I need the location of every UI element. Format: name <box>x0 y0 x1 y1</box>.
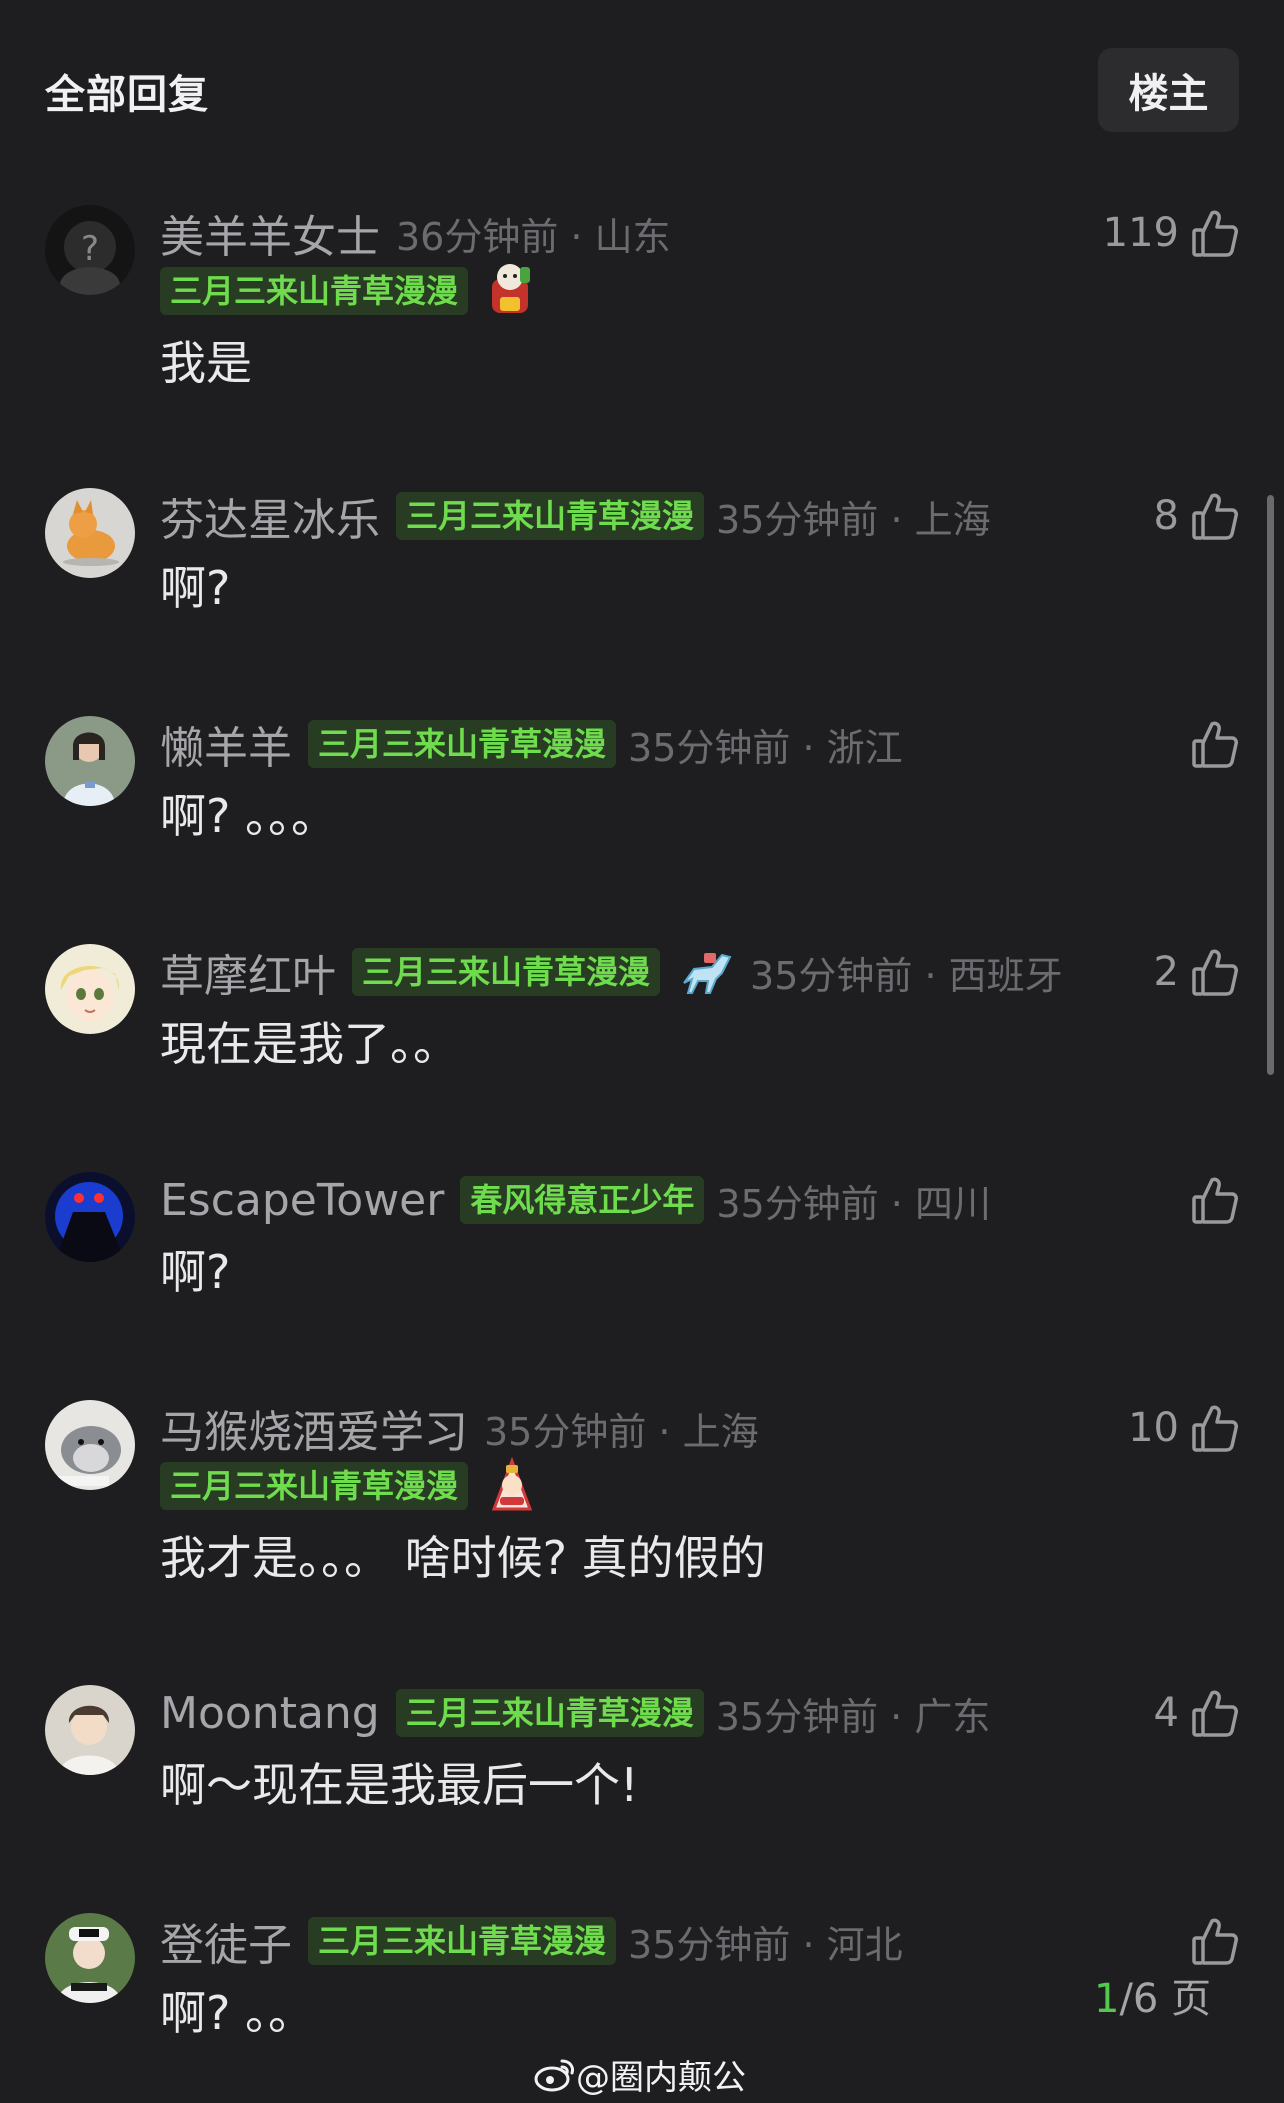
thumbs-up-icon <box>1192 1918 1238 1965</box>
like-button[interactable] <box>1179 1172 1239 1228</box>
timestamp-location: 35分钟前 · 广东 <box>715 1694 991 1739</box>
like-button[interactable]: 4 <box>1154 1685 1239 1741</box>
comment-text: 現在是我了。。 <box>160 1017 459 1071</box>
replies-header: 全部回复 楼主 <box>0 0 1284 150</box>
page-indicator[interactable]: 1/6 页 <box>1094 1966 1211 2024</box>
comment-text: 我才是。。。 啥时候? 真的假的 <box>160 1531 766 1585</box>
thumbs-up-icon <box>1192 1405 1238 1452</box>
thumbs-up-icon <box>1192 1177 1238 1224</box>
horse-sticker-icon <box>676 943 738 1001</box>
username[interactable]: Moontang <box>160 1688 380 1739</box>
comment-text: 啊? <box>160 561 231 615</box>
fan-badge[interactable]: 三月三来山青草漫漫 <box>308 1917 617 1965</box>
page-total: /6 页 <box>1119 1976 1212 2022</box>
avatar[interactable] <box>45 1913 135 2003</box>
avatar[interactable] <box>45 488 135 578</box>
username[interactable]: EscapeTower <box>160 1175 444 1226</box>
thumbs-up-icon <box>1192 949 1238 996</box>
username[interactable]: 草摩红叶 <box>160 940 336 1004</box>
comment-meta: 马猴烧酒爱学习 35分钟前 · 上海 <box>160 1400 759 1458</box>
weibo-watermark: @圈内颠公 <box>534 2050 746 2099</box>
like-button[interactable] <box>1179 1913 1239 1969</box>
fortune-god-sticker-icon <box>484 1455 540 1517</box>
badge-row: 三月三来山青草漫漫 <box>160 1455 552 1517</box>
comment-meta: Moontang 三月三来山青草漫漫 35分钟前 · 广东 <box>160 1685 990 1741</box>
avatar[interactable] <box>45 1685 135 1775</box>
username[interactable]: 懒羊羊 <box>160 712 292 776</box>
fan-badge[interactable]: 三月三来山青草漫漫 <box>308 720 617 768</box>
timestamp-location: 35分钟前 · 西班牙 <box>750 953 1063 998</box>
like-count: 8 <box>1153 493 1179 539</box>
avatar[interactable] <box>45 1172 135 1262</box>
thumbs-up-icon <box>1192 493 1238 540</box>
comment-text: 啊～现在是我最后一个! <box>160 1758 639 1812</box>
thumbs-up-icon <box>1192 1690 1238 1737</box>
lucky-cat-sticker-icon <box>484 261 536 321</box>
like-count: 10 <box>1128 1405 1179 1451</box>
comment-text: 啊? 。。 <box>160 1986 315 2040</box>
avatar[interactable] <box>45 944 135 1034</box>
like-button[interactable]: 2 <box>1154 944 1239 1000</box>
watermark-text: @圈内颠公 <box>576 2058 746 2098</box>
fan-badge[interactable]: 三月三来山青草漫漫 <box>396 492 705 540</box>
page-title: 全部回复 <box>45 72 209 118</box>
fan-badge[interactable]: 春风得意正少年 <box>460 1176 705 1224</box>
weibo-logo-icon <box>534 2059 574 2091</box>
thumbs-up-icon <box>1192 210 1238 257</box>
username[interactable]: 芬达星冰乐 <box>160 484 380 548</box>
comment-text: 啊? <box>160 1245 231 1299</box>
op-only-button[interactable]: 楼主 <box>1098 48 1239 132</box>
comment-meta: EscapeTower 春风得意正少年 35分钟前 · 四川 <box>160 1172 991 1228</box>
comment-meta: 登徒子 三月三来山青草漫漫 35分钟前 · 河北 <box>160 1913 903 1971</box>
like-button[interactable] <box>1179 716 1239 772</box>
svg-text:?: ? <box>81 229 99 269</box>
like-count: 2 <box>1153 949 1179 995</box>
timestamp-location: 35分钟前 · 上海 <box>484 1409 759 1454</box>
thumbs-up-icon <box>1192 721 1238 768</box>
current-page: 1 <box>1094 1976 1120 2022</box>
comment-text: 啊? 。。。 <box>160 789 338 843</box>
username[interactable]: 登徒子 <box>160 1909 292 1973</box>
comment-meta: 草摩红叶 三月三来山青草漫漫 35分钟前 · 西班牙 <box>160 943 1063 1002</box>
like-button[interactable]: 119 <box>1103 205 1239 261</box>
badge-row: 三月三来山青草漫漫 <box>160 263 548 319</box>
like-button[interactable]: 10 <box>1128 1400 1239 1456</box>
like-button[interactable]: 8 <box>1154 488 1239 544</box>
like-count: 4 <box>1153 1690 1179 1736</box>
avatar[interactable] <box>45 716 135 806</box>
avatar[interactable] <box>45 1400 135 1490</box>
comment-meta: 懒羊羊 三月三来山青草漫漫 35分钟前 · 浙江 <box>160 716 903 774</box>
timestamp-location: 36分钟前 · 山东 <box>396 214 671 259</box>
timestamp-location: 35分钟前 · 上海 <box>716 497 991 542</box>
username[interactable]: 美羊羊女士 <box>160 201 380 265</box>
timestamp-location: 35分钟前 · 河北 <box>628 1922 903 1967</box>
fan-badge[interactable]: 三月三来山青草漫漫 <box>395 1689 704 1737</box>
timestamp-location: 35分钟前 · 浙江 <box>628 725 903 770</box>
fan-badge[interactable]: 三月三来山青草漫漫 <box>160 1462 469 1510</box>
username[interactable]: 马猴烧酒爱学习 <box>160 1396 468 1460</box>
comment-meta: 美羊羊女士 36分钟前 · 山东 <box>160 205 671 263</box>
timestamp-location: 35分钟前 · 四川 <box>716 1181 991 1226</box>
avatar[interactable]: ? <box>45 205 135 295</box>
fan-badge[interactable]: 三月三来山青草漫漫 <box>352 948 661 996</box>
fan-badge[interactable]: 三月三来山青草漫漫 <box>160 267 469 315</box>
like-count: 119 <box>1102 210 1179 256</box>
scrollbar[interactable] <box>1267 495 1274 1075</box>
comment-meta: 芬达星冰乐 三月三来山青草漫漫 35分钟前 · 上海 <box>160 488 991 546</box>
comment-text: 我是 <box>160 336 252 390</box>
